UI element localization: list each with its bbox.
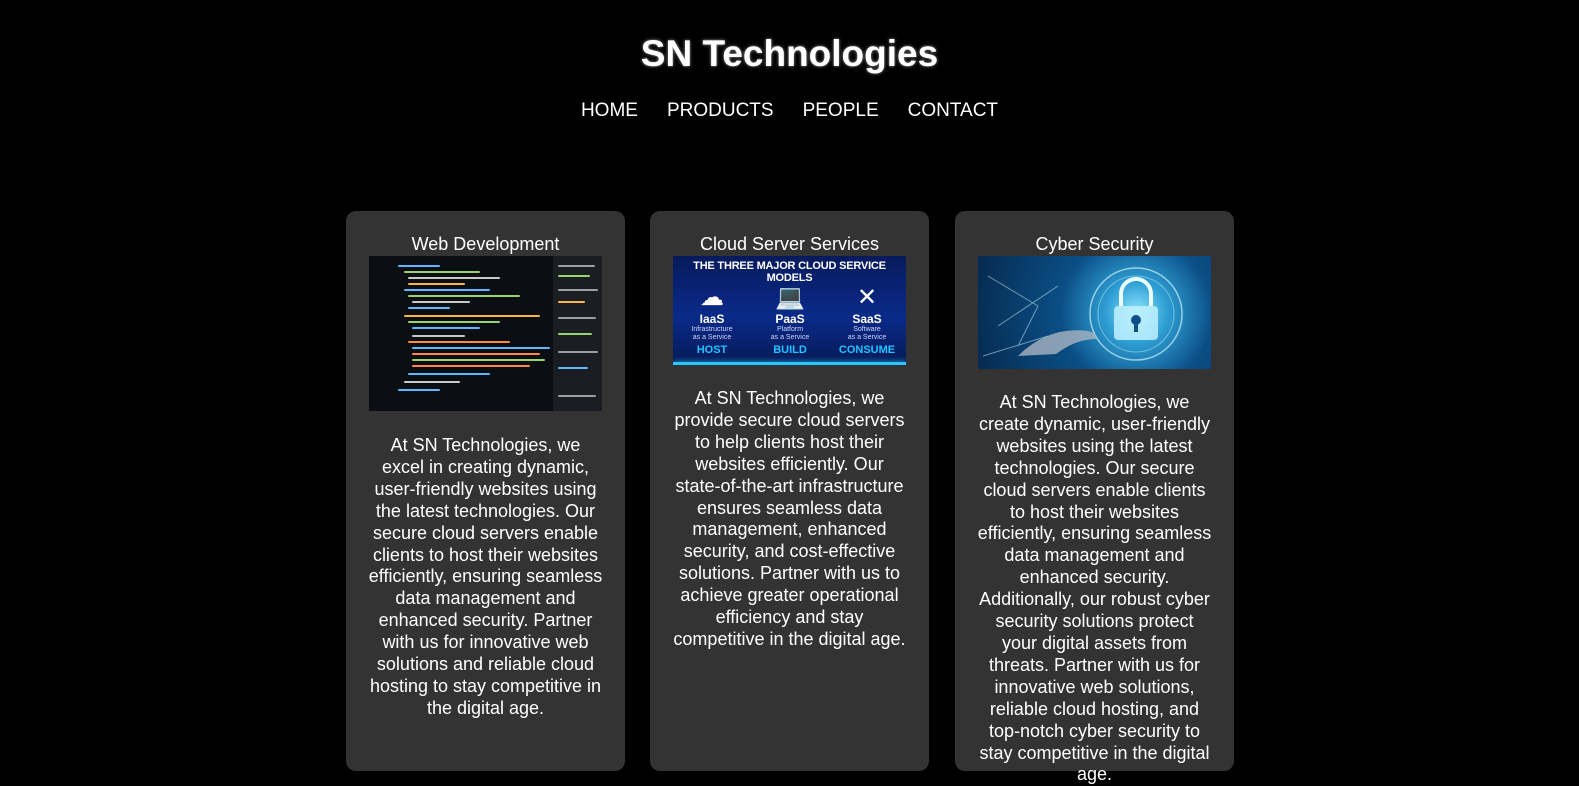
- model-saas: ✕ SaaS Software as a Service CONSUME: [828, 284, 906, 357]
- model-abbr: PaaS: [775, 312, 805, 326]
- laptop-cloud-icon: 💻: [775, 284, 805, 311]
- nav-people[interactable]: PEOPLE: [803, 98, 879, 124]
- model-desc: as a Service: [847, 334, 887, 341]
- site-title: SN Technologies: [640, 33, 939, 74]
- glow-line: [673, 362, 906, 365]
- cloud-models-heading: THE THREE MAJOR CLOUD SERVICE MODELS: [693, 260, 886, 284]
- model-desc: as a Service: [770, 334, 810, 341]
- model-abbr: IaaS: [699, 312, 725, 326]
- card-description: At SN Technologies, we provide secure cl…: [673, 388, 906, 649]
- padlock-icon: [982, 267, 1183, 361]
- card-description: At SN Technologies, we excel in creating…: [368, 435, 603, 718]
- model-tag: BUILD: [773, 344, 807, 356]
- model-iaas: ☁ IaaS Infrastructure as a Service HOST: [673, 284, 751, 357]
- tools-icon: ✕: [856, 284, 878, 311]
- card-cyber-security: Cyber Security At SN Technologies, we cr…: [955, 211, 1234, 784]
- model-abbr: SaaS: [852, 312, 882, 326]
- code-screen-icon: [369, 256, 602, 411]
- model-desc: Infrastructure: [691, 326, 733, 333]
- model-desc: Platform: [776, 326, 804, 333]
- cloud-upload-icon: ☁: [700, 284, 724, 311]
- cyber-security-image: [978, 256, 1211, 369]
- card-title: Web Development: [411, 234, 560, 254]
- model-tag: CONSUME: [838, 344, 896, 356]
- card-title: Cloud Server Services: [699, 234, 880, 254]
- code-screen-image: [369, 256, 602, 411]
- card-cloud-server-services: Cloud Server Services THE THREE MAJOR CL…: [650, 211, 929, 771]
- card-title: Cyber Security: [1035, 234, 1154, 254]
- cloud-models-image: THE THREE MAJOR CLOUD SERVICE MODELS ☁ I…: [673, 256, 906, 365]
- nav-home[interactable]: HOME: [581, 98, 638, 124]
- model-paas: 💻 PaaS Platform as a Service BUILD: [751, 284, 829, 357]
- card-description: At SN Technologies, we create dynamic, u…: [977, 392, 1212, 785]
- main-nav: HOME PRODUCTS PEOPLE CONTACT: [0, 98, 1579, 124]
- model-tag: HOST: [696, 344, 728, 356]
- nav-products[interactable]: PRODUCTS: [667, 98, 774, 124]
- model-desc: as a Service: [692, 334, 732, 341]
- nav-contact[interactable]: CONTACT: [908, 98, 998, 124]
- model-desc: Software: [853, 326, 881, 333]
- card-web-development: Web Development At SN Technologies, we e…: [346, 211, 625, 771]
